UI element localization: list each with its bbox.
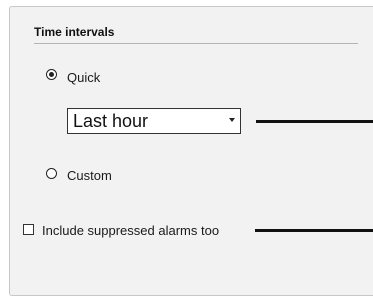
interval-select-value: Last hour — [73, 111, 149, 131]
quick-radio-label[interactable]: Quick — [67, 70, 100, 85]
time-intervals-panel — [9, 6, 373, 296]
suppressed-alarms-checkbox[interactable] — [23, 224, 34, 235]
callout-line-checkbox — [255, 229, 373, 232]
custom-radio[interactable] — [46, 168, 57, 179]
suppressed-alarms-label[interactable]: Include suppressed alarms too — [42, 223, 219, 238]
interval-select[interactable]: Last hour — [67, 108, 241, 134]
custom-radio-label[interactable]: Custom — [67, 168, 112, 183]
chevron-down-icon — [229, 118, 235, 122]
callout-line-select — [256, 120, 373, 123]
quick-radio[interactable] — [46, 69, 57, 80]
section-divider — [34, 43, 358, 44]
section-title: Time intervals — [34, 25, 115, 39]
